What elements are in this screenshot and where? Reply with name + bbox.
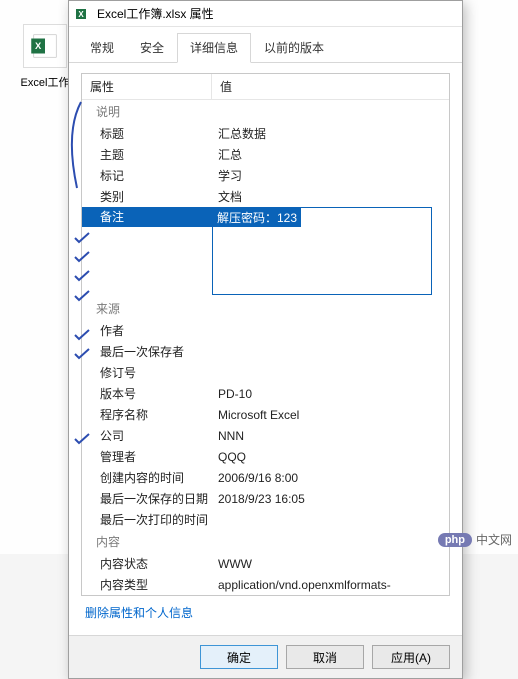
properties-listview[interactable]: 属性 值 说明标题汇总数据主题汇总标记学习类别文档备注解压密码：123来源作者最… xyxy=(81,73,450,596)
property-key: 标题 xyxy=(82,123,212,144)
property-value: 汇总 xyxy=(212,144,449,165)
property-row[interactable]: 公司NNN xyxy=(82,425,449,446)
svg-text:X: X xyxy=(35,41,42,51)
property-key: 主题 xyxy=(82,144,212,165)
property-key: 标记 xyxy=(82,165,212,186)
property-value xyxy=(212,518,449,522)
ok-button[interactable]: 确定 xyxy=(200,645,278,669)
property-value: 文档 xyxy=(212,186,449,207)
property-key: 备注 xyxy=(82,207,212,227)
property-row[interactable]: 创建内容的时间2006/9/16 8:00 xyxy=(82,467,449,488)
property-key: 修订号 xyxy=(82,362,212,383)
property-key: 最后一次保存的日期 xyxy=(82,488,212,509)
tab-details[interactable]: 详细信息 xyxy=(177,33,251,63)
property-row[interactable]: 管理者QQQ xyxy=(82,446,449,467)
property-row[interactable]: 修订号 xyxy=(82,362,449,383)
watermark: php 中文网 xyxy=(438,531,512,548)
desktop-file[interactable]: X Excel工作 xyxy=(16,24,74,90)
property-value: NNN xyxy=(212,427,449,445)
property-key: 创建内容的时间 xyxy=(82,467,212,488)
property-key: 最后一次保存者 xyxy=(82,341,212,362)
php-badge: php xyxy=(438,533,472,547)
property-key: 内容类型 xyxy=(82,574,212,595)
property-value: QQQ xyxy=(212,448,449,466)
titlebar[interactable]: X Excel工作簿.xlsx 属性 xyxy=(69,1,462,27)
property-row[interactable]: 内容状态WWW xyxy=(82,553,449,574)
property-value: 2018/9/23 16:05 xyxy=(212,490,449,508)
col-header-key[interactable]: 属性 xyxy=(82,74,212,99)
section-header: 来源 xyxy=(82,297,449,320)
list-header: 属性 值 xyxy=(82,74,449,100)
property-key: 作者 xyxy=(82,320,212,341)
property-value xyxy=(212,371,449,375)
section-header: 说明 xyxy=(82,100,449,123)
button-bar: 确定 取消 应用(A) xyxy=(69,635,462,678)
property-row[interactable]: 内容类型application/vnd.openxmlformats- xyxy=(82,574,449,595)
tab-security[interactable]: 安全 xyxy=(127,33,177,63)
property-key: 管理者 xyxy=(82,446,212,467)
property-row[interactable]: 标记学习 xyxy=(82,165,449,186)
property-row[interactable]: 最后一次保存者 xyxy=(82,341,449,362)
tab-general[interactable]: 常规 xyxy=(77,33,127,63)
property-row[interactable]: 最后一次保存的日期2018/9/23 16:05 xyxy=(82,488,449,509)
property-key: 内容状态 xyxy=(82,553,212,574)
excel-icon: X xyxy=(75,6,91,22)
property-key: 程序名称 xyxy=(82,404,212,425)
section-header: 内容 xyxy=(82,530,449,553)
property-value: application/vnd.openxmlformats- xyxy=(212,576,449,594)
property-row[interactable]: 标题汇总数据 xyxy=(82,123,449,144)
property-key: 版本号 xyxy=(82,383,212,404)
properties-dialog: X Excel工作簿.xlsx 属性 常规 安全 详细信息 以前的版本 属性 值… xyxy=(68,0,463,679)
property-value: Microsoft Excel xyxy=(212,406,449,424)
col-header-val[interactable]: 值 xyxy=(212,74,449,99)
property-edit-textarea[interactable]: 解压密码：123 xyxy=(212,207,432,295)
property-value: 汇总数据 xyxy=(212,123,449,144)
tab-previous-versions[interactable]: 以前的版本 xyxy=(251,33,337,63)
watermark-text: 中文网 xyxy=(476,531,512,548)
property-row[interactable]: 版本号PD-10 xyxy=(82,383,449,404)
property-row[interactable]: 最后一次打印的时间 xyxy=(82,509,449,530)
remove-properties-link[interactable]: 删除属性和个人信息 xyxy=(81,596,450,625)
apply-button[interactable]: 应用(A) xyxy=(372,645,450,669)
property-value xyxy=(212,350,449,354)
property-value: PD-10 xyxy=(212,385,449,403)
property-value: 学习 xyxy=(212,165,449,186)
property-row[interactable]: 作者 xyxy=(82,320,449,341)
dialog-title: Excel工作簿.xlsx 属性 xyxy=(97,5,214,22)
cancel-button[interactable]: 取消 xyxy=(286,645,364,669)
svg-text:X: X xyxy=(78,10,84,19)
excel-file-icon: X xyxy=(23,24,67,68)
property-value xyxy=(212,329,449,333)
file-label: Excel工作 xyxy=(16,74,74,90)
property-key: 最后一次打印的时间 xyxy=(82,509,212,530)
property-value: WWW xyxy=(212,555,449,573)
property-row[interactable]: 主题汇总 xyxy=(82,144,449,165)
property-row[interactable]: 备注解压密码：123 xyxy=(82,207,449,227)
property-row[interactable]: 类别文档 xyxy=(82,186,449,207)
tab-strip: 常规 安全 详细信息 以前的版本 xyxy=(69,27,462,63)
property-key: 公司 xyxy=(82,425,212,446)
property-key: 类别 xyxy=(82,186,212,207)
property-row[interactable]: 程序名称Microsoft Excel xyxy=(82,404,449,425)
property-value: 2006/9/16 8:00 xyxy=(212,469,449,487)
